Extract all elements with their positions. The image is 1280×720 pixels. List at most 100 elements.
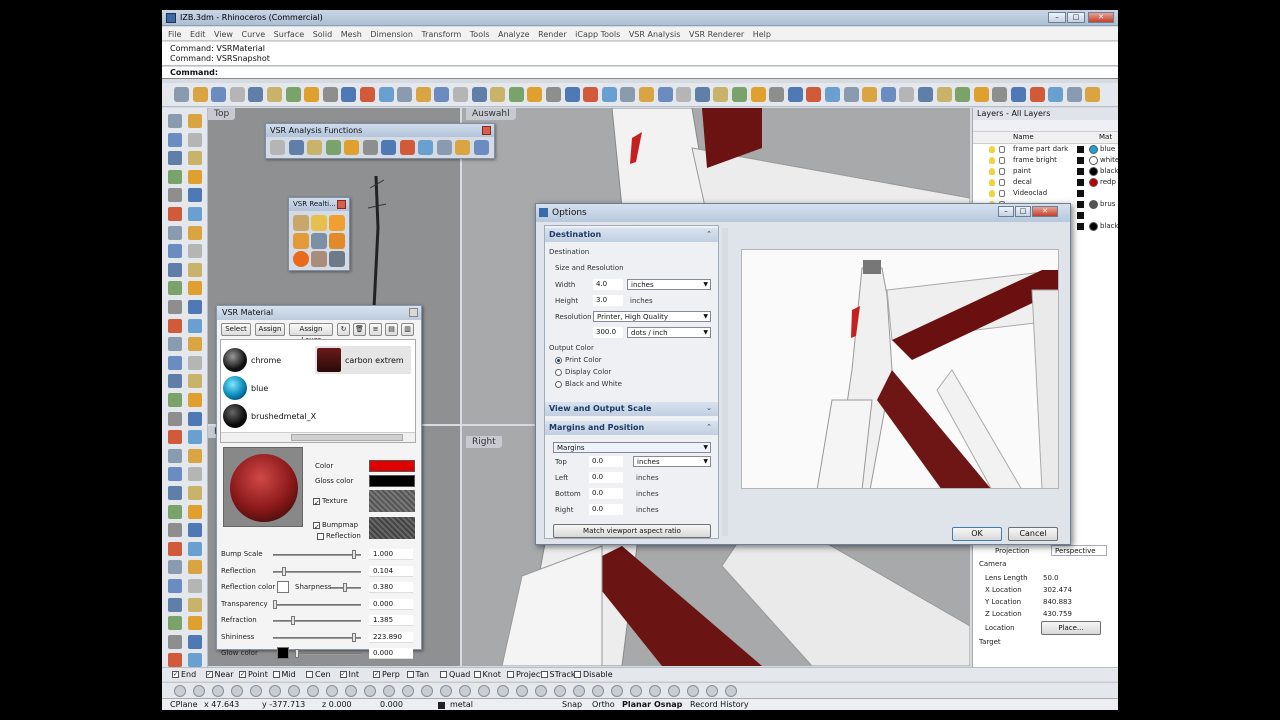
value-slider[interactable]: [295, 653, 361, 655]
value-field[interactable]: 0.380: [369, 582, 413, 593]
modeling-tool-icon[interactable]: [188, 374, 202, 389]
refresh-icon[interactable]: ↻: [337, 323, 350, 336]
bottom-input[interactable]: 0.0: [589, 488, 623, 499]
display-color-radio[interactable]: Display Color: [555, 368, 611, 376]
modeling-tool-icon[interactable]: [188, 486, 202, 500]
color-swatch[interactable]: [369, 460, 415, 472]
close-icon[interactable]: [482, 126, 491, 135]
match-aspect-button[interactable]: Match viewport aspect ratio: [553, 524, 711, 538]
snap-tool-icon[interactable]: [687, 685, 699, 697]
collapse-icon[interactable]: ⌃: [706, 230, 712, 238]
value-field[interactable]: 1.385: [369, 615, 413, 626]
snapshot-icon[interactable]: [329, 251, 345, 267]
modeling-tool-icon[interactable]: [168, 337, 182, 352]
analysis-tool-icon[interactable]: [307, 140, 322, 155]
toolbar-tool-icon[interactable]: [657, 87, 673, 102]
modeling-tool-icon[interactable]: [188, 634, 202, 649]
xloc-value[interactable]: 302.474: [1043, 586, 1072, 594]
close-icon[interactable]: [409, 308, 418, 317]
lightbulb-icon[interactable]: [989, 146, 995, 153]
expand-icon[interactable]: ⌄: [706, 404, 712, 412]
modeling-tool-icon[interactable]: [188, 393, 202, 407]
value-field[interactable]: 0.000: [369, 648, 413, 659]
layer-row[interactable]: frame part dark blue: [973, 144, 1118, 155]
snap-tool-icon[interactable]: [231, 685, 243, 697]
analysis-tool-icon[interactable]: [455, 140, 470, 155]
cancel-button[interactable]: Cancel: [1008, 527, 1058, 541]
modeling-tool-icon[interactable]: [188, 207, 202, 221]
modeling-tool-icon[interactable]: [188, 169, 202, 184]
modeling-tool-icon[interactable]: [168, 207, 182, 221]
toolbar-tool-icon[interactable]: [601, 87, 617, 102]
toolbar-tool-icon[interactable]: [620, 87, 636, 102]
slider-handle[interactable]: [273, 599, 277, 609]
snap-tool-icon[interactable]: [307, 685, 319, 697]
toolbar-tool-icon[interactable]: [304, 87, 320, 102]
slider-handle[interactable]: [352, 550, 357, 559]
modeling-tool-icon[interactable]: [168, 169, 182, 184]
snap-tool-icon[interactable]: [250, 685, 262, 697]
snap-tool-icon[interactable]: [345, 685, 357, 697]
blue-sphere-icon[interactable]: [223, 376, 247, 400]
light-icon[interactable]: [311, 215, 327, 231]
modeling-tool-icon[interactable]: [188, 318, 202, 333]
snap-tool-icon[interactable]: [478, 685, 490, 697]
value-field[interactable]: 1.000: [369, 549, 413, 560]
modeling-tool-icon[interactable]: [168, 300, 182, 314]
toolbar-tool-icon[interactable]: [862, 87, 878, 102]
layer-color-swatch[interactable]: [1077, 146, 1084, 153]
snap-tool-icon[interactable]: [573, 685, 585, 697]
toolbar-tool-icon[interactable]: [955, 87, 971, 102]
slider-handle[interactable]: [281, 566, 286, 576]
camera-icon[interactable]: [311, 233, 327, 249]
analysis-tool-icon[interactable]: [270, 140, 285, 155]
book-icon[interactable]: ▥: [401, 323, 414, 336]
menu-help[interactable]: Help: [747, 27, 771, 39]
width-input[interactable]: 4.0: [593, 279, 623, 290]
assign-button[interactable]: Assign: [255, 323, 285, 336]
modeling-tool-icon[interactable]: [188, 262, 202, 277]
modeling-tool-icon[interactable]: [188, 560, 202, 575]
toolbar-tool-icon[interactable]: [787, 87, 803, 102]
sphere-icon[interactable]: [293, 251, 309, 267]
modeling-tool-icon[interactable]: [188, 467, 202, 482]
toolbar-tool-icon[interactable]: [285, 87, 301, 102]
yloc-value[interactable]: 840.883: [1043, 598, 1072, 606]
analysis-tool-icon[interactable]: [381, 140, 396, 155]
lock-icon[interactable]: [999, 168, 1005, 175]
toolbar-tool-icon[interactable]: [750, 87, 766, 102]
checkbox-icon[interactable]: ✓: [239, 671, 246, 678]
carbon-swatch-icon[interactable]: [317, 348, 341, 372]
minimize-button[interactable]: –: [1048, 12, 1066, 23]
toolbar-tool-icon[interactable]: [490, 87, 506, 102]
layer-color-swatch[interactable]: [1077, 223, 1084, 230]
toolbar-tool-icon[interactable]: [341, 87, 357, 102]
toolbar-tool-icon[interactable]: [434, 87, 450, 102]
layer-color-swatch[interactable]: [1077, 201, 1084, 208]
snap-tool-icon[interactable]: [421, 685, 433, 697]
reflection-color-swatch[interactable]: [277, 581, 289, 593]
modeling-tool-icon[interactable]: [188, 281, 202, 296]
lightbulb-icon[interactable]: [989, 168, 995, 175]
toolbar-tool-icon[interactable]: [471, 87, 487, 102]
modeling-tool-icon[interactable]: [188, 430, 202, 445]
modeling-tool-icon[interactable]: [168, 634, 182, 649]
checkbox-icon[interactable]: ✓: [339, 671, 347, 678]
modeling-tool-icon[interactable]: [168, 262, 182, 277]
material-list[interactable]: chrome carbon extrem blue brushedmetal_X: [220, 339, 416, 443]
lightbulb-icon[interactable]: [989, 179, 995, 186]
minimize-button[interactable]: –: [998, 206, 1014, 217]
margins-dropdown[interactable]: Margins ▼: [553, 442, 711, 453]
brushed-sphere-icon[interactable]: [223, 404, 247, 428]
snap-tool-icon[interactable]: [269, 685, 281, 697]
toolbar-tool-icon[interactable]: [527, 87, 543, 102]
lock-icon[interactable]: [999, 157, 1005, 164]
checkbox-icon[interactable]: [306, 671, 313, 678]
snap-tool-icon[interactable]: [326, 685, 338, 697]
bumpmap-checkbox[interactable]: ✓ Bumpmap: [313, 521, 358, 531]
menu-file[interactable]: File: [162, 27, 181, 39]
osnap-disable[interactable]: Disable: [574, 670, 613, 679]
modeling-tool-icon[interactable]: [188, 411, 202, 426]
osnap-quad[interactable]: Quad: [440, 670, 470, 679]
toolbar-tool-icon[interactable]: [1085, 87, 1101, 102]
